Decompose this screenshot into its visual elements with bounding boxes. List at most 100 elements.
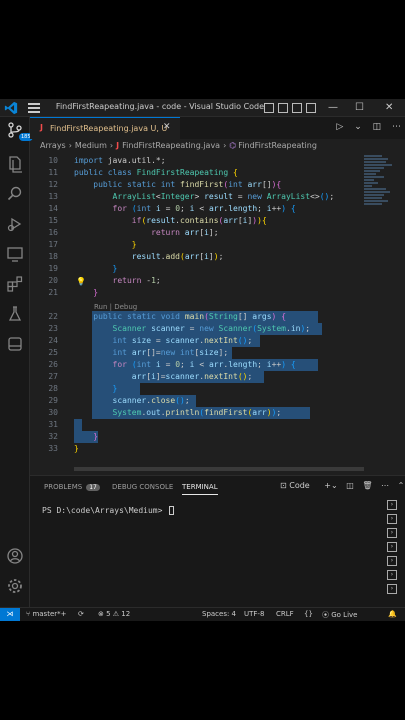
run-debug-icon[interactable] — [6, 215, 24, 233]
chevron-up-icon[interactable]: ⌃ — [398, 481, 405, 490]
run-icon[interactable]: ▷ — [336, 122, 343, 132]
terminal-instance-icon[interactable]: › — [387, 514, 397, 524]
line-number: 10 — [48, 156, 58, 165]
breadcrumb-folder-medium[interactable]: Medium — [75, 141, 107, 150]
window-title: FindFirstReapeating.java - code - Visual… — [55, 102, 265, 111]
explorer-icon[interactable] — [6, 155, 24, 173]
java-file-icon: J — [40, 123, 43, 132]
line-number: 31 — [48, 420, 58, 429]
branch-status[interactable]: ⑂ master*+ — [26, 610, 67, 618]
code-line: 33} — [30, 443, 360, 455]
line-number: 24 — [48, 336, 58, 345]
eol-status[interactable]: CRLF — [276, 610, 294, 618]
toggle-panel-icon[interactable] — [278, 103, 288, 113]
new-terminal-icon[interactable]: +⌄ — [324, 481, 337, 490]
minimap[interactable] — [364, 155, 394, 225]
language-mode-status[interactable]: {} — [304, 610, 313, 618]
run-debug-codelens[interactable]: Run | Debug — [94, 303, 137, 311]
docker-icon[interactable] — [6, 335, 24, 353]
breadcrumb-file[interactable]: FindFirstReapeating.java — [122, 141, 220, 150]
code-text: public static int findFirst(int arr[]){ — [93, 180, 282, 189]
breadcrumb-separator-icon: › — [109, 141, 114, 150]
code-line: 13 ArrayList<Integer> result = new Array… — [30, 191, 360, 203]
more-actions-icon[interactable]: ⋯ — [381, 481, 389, 490]
tab-label: FindFirstReapeating.java U, U — [50, 124, 168, 133]
breadcrumb-separator-icon: › — [223, 141, 227, 150]
line-number: 12 — [48, 180, 58, 189]
split-editor-icon[interactable]: ◫ — [373, 122, 382, 132]
toggle-secondary-sidebar-icon[interactable] — [292, 103, 302, 113]
code-text: } — [93, 288, 99, 297]
settings-gear-icon[interactable] — [6, 577, 24, 595]
encoding-status[interactable]: UTF-8 — [244, 610, 264, 618]
tab-debug-console[interactable]: DEBUG CONSOLE — [112, 483, 173, 491]
terminal-instance-icon[interactable]: › — [387, 500, 397, 510]
extensions-icon[interactable] — [6, 275, 24, 293]
code-text: import java.util.*; — [74, 156, 166, 165]
java-file-icon: J — [116, 141, 120, 150]
horizontal-scrollbar[interactable] — [74, 467, 364, 471]
terminal-list: › › › › › › › — [387, 500, 397, 598]
tab-findfirstreapeating[interactable]: J FindFirstReapeating.java U, U ✕ — [30, 117, 180, 139]
line-number: 11 — [48, 168, 58, 177]
line-number: 21 — [48, 288, 58, 297]
code-line: 21 } — [30, 287, 360, 299]
toggle-sidebar-icon[interactable] — [264, 103, 274, 113]
notifications-bell-icon[interactable]: 🔔 — [388, 610, 397, 618]
indentation-status[interactable]: Spaces: 4 — [202, 610, 236, 618]
line-number: 33 — [48, 444, 58, 453]
status-bar: ⋊ ⑂ master*+ ⟳ ⊗ 5 ⚠ 12 Spaces: 4 UTF-8 … — [0, 607, 405, 621]
code-line: 11 public class FindFirstReapeating { — [30, 167, 360, 179]
code-editor[interactable]: 10 import java.util.*; 11 public class Find… — [30, 155, 405, 475]
code-text: if(result.contains(arr[i])){ — [131, 216, 267, 225]
go-live-button[interactable]: ⦿ Go Live — [322, 610, 357, 620]
search-icon[interactable] — [6, 185, 24, 203]
code-line: 30 System.out.println(findFirst(arr)); — [30, 407, 360, 419]
chevron-down-icon[interactable]: ⌄ — [354, 122, 362, 132]
tab-problems[interactable]: PROBLEMS 17 — [44, 483, 100, 491]
lightbulb-icon[interactable]: 💡 — [76, 277, 86, 286]
sync-icon[interactable]: ⟳ — [78, 610, 84, 618]
account-icon[interactable] — [6, 547, 24, 565]
maximize-button[interactable]: ☐ — [355, 101, 364, 115]
source-control-icon[interactable]: 185 — [6, 121, 33, 141]
breadcrumb: Arrays › Medium › J FindFirstReapeating.java ›… — [40, 141, 317, 153]
code-text: int size = scanner.nextInt(); — [112, 336, 253, 345]
more-actions-icon[interactable]: ⋯ — [392, 122, 401, 132]
line-number: 13 — [48, 192, 58, 201]
breadcrumb-folder-arrays[interactable]: Arrays — [40, 141, 66, 150]
terminal-instance-icon[interactable]: › — [387, 584, 397, 594]
line-number: 29 — [48, 396, 58, 405]
code-text: scanner.close(); — [112, 396, 190, 405]
terminal-prompt[interactable]: PS D:\code\Arrays\Medium> — [42, 506, 175, 515]
breadcrumb-symbol[interactable]: FindFirstReapeating — [238, 141, 317, 150]
code-text: public static void main(String[] args) { — [93, 312, 287, 321]
testing-icon[interactable] — [6, 305, 24, 323]
code-text: } — [74, 444, 79, 453]
customize-layout-icon[interactable] — [306, 103, 316, 113]
remote-explorer-icon[interactable] — [6, 245, 24, 263]
line-number: 20 — [48, 276, 58, 285]
close-tab-icon[interactable]: ✕ — [163, 122, 171, 132]
tab-terminal[interactable]: TERMINAL — [182, 483, 218, 495]
split-terminal-icon[interactable]: ◫ — [346, 481, 354, 490]
terminal-instance-icon[interactable]: › — [387, 542, 397, 552]
code-line: 26 for (int i = 0; i < arr.length; i++) … — [30, 359, 360, 371]
minimize-button[interactable]: — — [328, 101, 338, 115]
code-text: public class FindFirstReapeating { — [74, 168, 238, 177]
remote-indicator-icon[interactable]: ⋊ — [0, 608, 20, 621]
activity-bar: 185 — [0, 117, 33, 607]
trash-icon[interactable]: 🗑 — [362, 481, 372, 490]
close-button[interactable]: ✕ — [385, 101, 393, 115]
problems-status[interactable]: ⊗ 5 ⚠ 12 — [98, 610, 130, 618]
code-text: result.add(arr[i]); — [131, 252, 224, 261]
line-number: 27 — [48, 372, 58, 381]
code-line: 12 public static int findFirst(int arr[]… — [30, 179, 360, 191]
terminal-instance-icon[interactable]: › — [387, 528, 397, 538]
terminal-instance-icon[interactable]: › — [387, 556, 397, 566]
code-text: int arr[]=new int[size]; — [112, 348, 229, 357]
terminal-shell-icon[interactable]: ⊡ Code — [280, 481, 316, 490]
code-line: 32 } — [30, 431, 360, 443]
code-line: 28 } — [30, 383, 360, 395]
terminal-instance-icon[interactable]: › — [387, 570, 397, 580]
